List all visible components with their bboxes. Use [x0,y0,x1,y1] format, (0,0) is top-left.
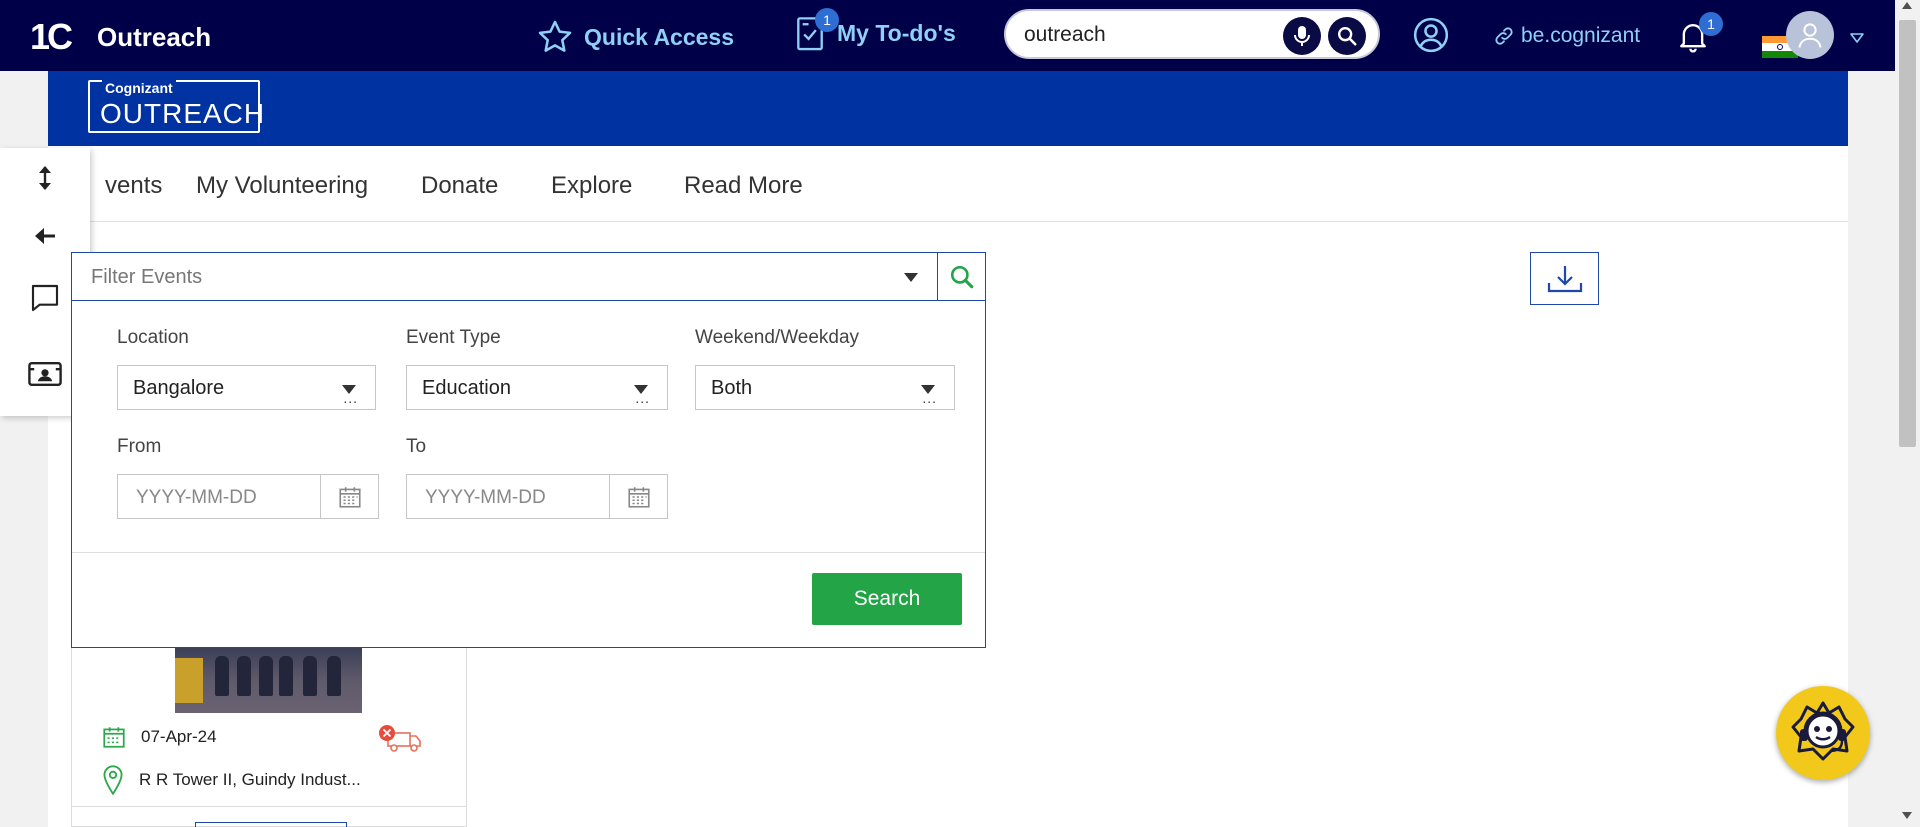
user-icon [1798,23,1822,48]
voice-search-button[interactable] [1283,17,1321,55]
back-button[interactable] [27,218,63,254]
from-label: From [117,436,162,457]
notifications-button[interactable]: 1 [1677,12,1723,59]
nav-item-donate[interactable]: Donate [421,172,498,200]
scroll-down-arrow-icon[interactable] [1902,812,1912,819]
search-button[interactable]: Search [812,573,962,625]
outreach-banner: Cognizant OUTREACH [48,71,1848,146]
outreach-logo[interactable]: Cognizant OUTREACH [88,80,264,133]
search-icon [1338,27,1357,46]
arrow-left-icon [35,228,55,244]
location-value: Bangalore [133,377,225,399]
card-action-button[interactable] [195,822,347,827]
to-label: To [406,436,427,457]
location-select[interactable]: Bangalore ... [117,365,376,410]
to-date-input[interactable]: YYYY-MM-DD [406,474,668,519]
contact-card-icon [28,362,62,386]
event-card[interactable]: 07-Apr-24 R R Tower II, Guindy Indust... [71,648,467,827]
caret-down-icon [904,273,918,282]
todo-label: My To-do's [837,19,956,46]
event-date-row: 07-Apr-24 [101,724,217,750]
more-dots-icon: ... [343,390,358,406]
calendar-icon [103,727,125,748]
contact-button[interactable] [27,356,63,392]
weekend-weekday-select[interactable]: Both ... [695,365,955,410]
event-date: 07-Apr-24 [141,727,217,746]
event-type-value: Education [422,377,511,399]
chat-bubble-icon [31,284,59,312]
nav-item-explore[interactable]: Explore [551,172,632,200]
from-calendar-button[interactable] [320,475,378,518]
notification-badge: 1 [1699,12,1723,36]
filter-events-placeholder: Filter Events [91,266,203,288]
event-location: R R Tower II, Guindy Indust... [139,770,361,789]
weekend-weekday-label: Weekend/Weekday [695,327,860,348]
be-cognizant-link[interactable]: be.cognizant [1493,24,1640,48]
calendar-icon [627,486,650,508]
more-dots-icon: ... [922,390,937,406]
filter-events-dropdown[interactable]: Filter Events [72,253,985,301]
brand-small-text: Cognizant [102,80,176,96]
more-dots-icon: ... [635,390,650,406]
todo-button[interactable]: 1 My To-do's [795,8,956,52]
download-icon [1547,265,1582,292]
location-label: Location [117,327,189,348]
brand-big-text: OUTREACH [100,98,266,129]
outreach-nav: vents My Volunteering Donate Explore Rea… [48,146,1848,222]
robot-icon [1791,701,1855,761]
download-button[interactable] [1530,252,1599,305]
quick-access-label: Quick Access [584,23,735,50]
scrollbar-thumb[interactable] [1899,20,1916,447]
search-input[interactable] [1024,21,1274,49]
user-avatar[interactable] [1786,11,1834,59]
microphone-icon [1294,26,1310,46]
chevron-down-icon [1850,33,1864,43]
chat-button[interactable] [27,280,63,316]
global-search [1004,9,1380,59]
filter-divider [72,552,985,553]
app-title[interactable]: Outreach [97,22,211,53]
chatbot-button[interactable] [1776,686,1870,780]
filter-events-panel: Filter Events Location Bangalore ... Eve… [71,252,986,648]
calendar-icon [338,486,361,508]
search-submit-button[interactable] [1328,17,1366,55]
filter-search-button[interactable] [937,253,985,300]
expand-vertical-button[interactable] [27,160,63,196]
nav-item-my-volunteering[interactable]: My Volunteering [196,172,368,200]
be-cognizant-label: be.cognizant [1521,24,1641,47]
expand-vertical-icon [39,166,51,190]
nav-item-read-more[interactable]: Read More [684,172,803,200]
event-type-select[interactable]: Education ... [406,365,668,410]
from-date-input[interactable]: YYYY-MM-DD [117,474,379,519]
user-menu-dropdown[interactable] [1849,31,1865,49]
from-date-placeholder: YYYY-MM-DD [136,487,257,508]
to-calendar-button[interactable] [609,475,667,518]
quick-access-button[interactable]: Quick Access [536,18,734,56]
event-location-row: R R Tower II, Guindy Indust... [101,764,361,796]
card-footer-divider [72,806,466,807]
app-logo[interactable]: 1C [30,16,73,58]
people-search-button[interactable] [1412,16,1450,59]
weekend-weekday-value: Both [711,377,753,399]
location-pin-icon [103,765,123,796]
nav-item-events[interactable]: vents [105,172,162,200]
top-bar: 1C Outreach Quick Access 1 My To-do's be… [0,0,1895,71]
link-icon [1495,27,1513,45]
star-icon [538,20,572,52]
to-date-placeholder: YYYY-MM-DD [425,487,546,508]
page-scrollbar[interactable] [1895,0,1920,827]
no-transport-icon [378,724,422,759]
person-search-icon [1413,17,1449,53]
event-image [175,648,362,713]
scroll-up-arrow-icon[interactable] [1902,2,1912,9]
event-type-label: Event Type [406,327,501,348]
search-icon [950,265,973,288]
todo-badge: 1 [815,8,839,32]
